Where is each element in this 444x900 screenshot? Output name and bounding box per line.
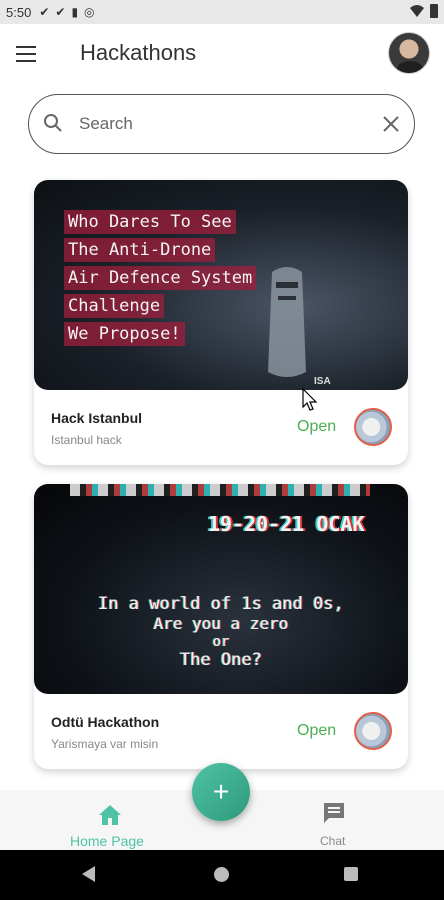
image-caption: We Propose! — [64, 322, 185, 346]
chat-icon — [324, 803, 344, 823]
check-icon: ✔ — [39, 5, 50, 19]
check-icon: ✔ — [55, 5, 66, 19]
status-bar: 5:50 ✔ ✔ ▮ ◎ — [0, 0, 444, 24]
image-caption: Air Defence System — [64, 266, 257, 290]
nav-item-home[interactable]: Home Page — [60, 798, 160, 849]
mouse-cursor-icon — [302, 388, 318, 411]
sd-card-icon: ▮ — [71, 5, 79, 19]
back-icon[interactable] — [82, 866, 95, 882]
hackathon-image: 19-20-21 OCAK In a world of 1s and 0s, A… — [34, 484, 408, 694]
card-title: Odtü Hackathon — [51, 714, 160, 730]
tower-illustration — [268, 267, 306, 377]
status-badge: Open — [297, 722, 337, 739]
add-hackathon-button[interactable]: + — [192, 763, 250, 821]
hackathon-image: Who Dares To See The Anti-Drone Air Defe… — [34, 180, 408, 390]
home-button-icon[interactable] — [214, 867, 229, 882]
image-caption: Are you a zero — [153, 614, 289, 633]
search-icon — [44, 114, 62, 132]
card-subtitle: Istanbul hack — [51, 433, 122, 447]
card-title: Hack Istanbul — [51, 410, 143, 426]
image-caption: The One? — [180, 650, 262, 670]
wifi-icon — [410, 5, 424, 17]
image-caption: In a world of 1s and 0s, — [98, 594, 344, 614]
hackathon-card[interactable]: 19-20-21 OCAK In a world of 1s and 0s, A… — [34, 484, 408, 769]
battery-icon — [430, 4, 438, 18]
app-bar: Hackathons — [0, 24, 444, 84]
avatar[interactable] — [388, 32, 430, 74]
hackathon-card[interactable]: Who Dares To See The Anti-Drone Air Defe… — [34, 180, 408, 465]
search-bar — [28, 94, 415, 154]
recent-apps-icon[interactable] — [344, 867, 358, 881]
close-icon[interactable] — [381, 114, 401, 134]
search-input[interactable] — [79, 109, 369, 139]
image-caption: Who Dares To See — [64, 210, 236, 234]
image-date: 19-20-21 OCAK — [208, 512, 365, 536]
organizer-avatar[interactable] — [354, 712, 392, 750]
card-subtitle: Yarismaya var misin — [51, 737, 159, 751]
system-nav-bar — [0, 850, 444, 900]
nav-label-chat: Chat — [320, 834, 346, 848]
image-caption: The Anti-Drone — [64, 238, 216, 262]
glitch-banner — [70, 484, 370, 496]
nav-label-home: Home Page — [70, 833, 144, 849]
organizer-avatar[interactable] — [354, 408, 392, 446]
page-title: Hackathons — [80, 40, 197, 65]
sync-icon: ◎ — [84, 5, 95, 19]
nav-item-chat[interactable]: Chat — [300, 798, 370, 848]
status-badge: Open — [297, 418, 337, 435]
image-caption: Challenge — [64, 294, 165, 318]
image-tag: ISA — [314, 376, 331, 387]
status-time: 5:50 — [6, 4, 32, 20]
home-icon — [99, 805, 121, 825]
image-caption: or — [212, 634, 230, 650]
menu-icon[interactable] — [16, 46, 36, 62]
